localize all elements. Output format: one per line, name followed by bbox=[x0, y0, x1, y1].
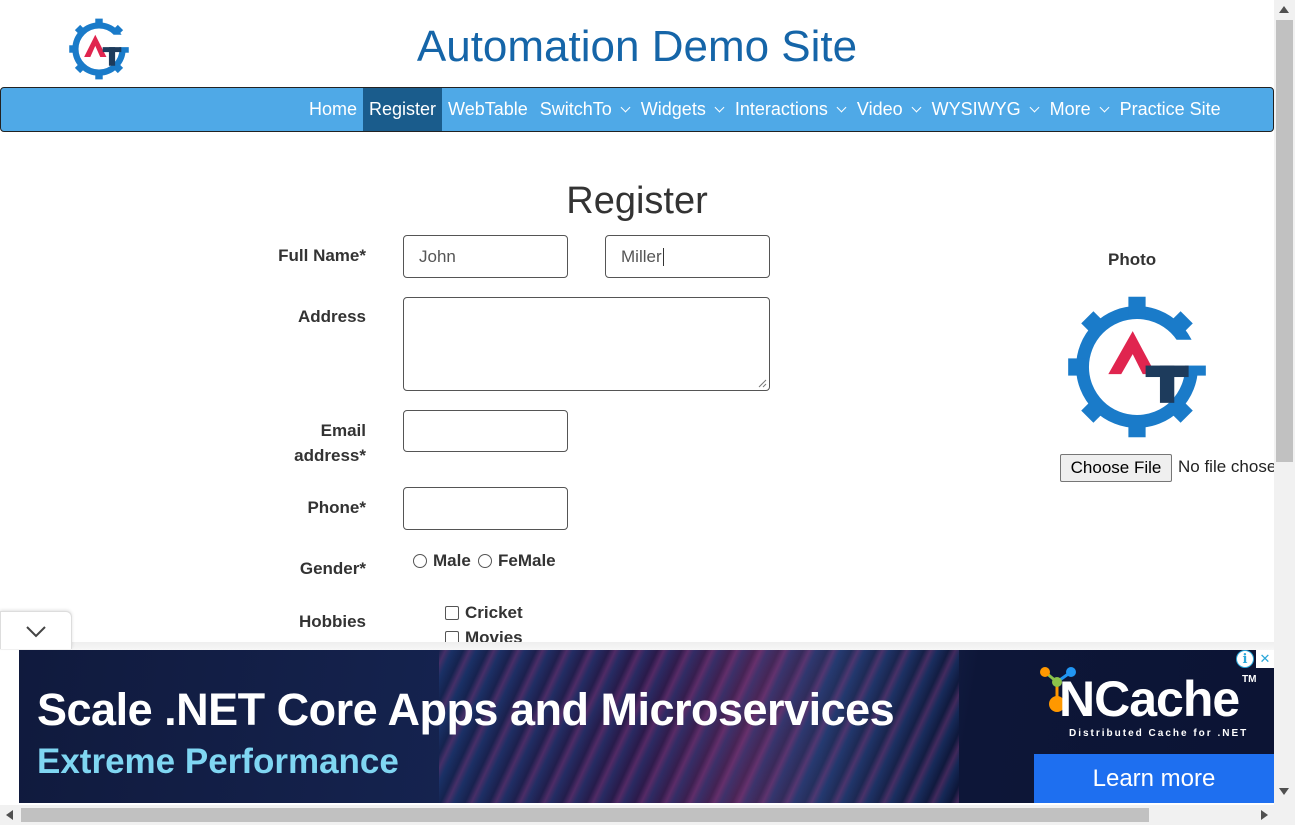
nav-item-interactions[interactable]: Interactions bbox=[729, 88, 851, 131]
chevron-down-icon bbox=[620, 102, 631, 112]
nav-item-label: Interactions bbox=[734, 99, 828, 119]
ad-tagline: Distributed Cache for .NET bbox=[1069, 728, 1249, 739]
hobby-option-cricket[interactable]: Cricket bbox=[445, 603, 523, 623]
nav-item-video[interactable]: Video bbox=[851, 88, 926, 131]
nav-item-label: WYSIWYG bbox=[931, 99, 1021, 119]
cricket-checkbox[interactable] bbox=[445, 606, 459, 620]
nav-item-webtable[interactable]: WebTable bbox=[442, 88, 534, 131]
cricket-label: Cricket bbox=[465, 603, 523, 622]
female-radio[interactable] bbox=[478, 554, 492, 568]
chevron-down-icon bbox=[836, 102, 847, 112]
nav-item-more[interactable]: More bbox=[1044, 88, 1114, 131]
email-input[interactable] bbox=[403, 410, 568, 452]
nav-menu: Home Register WebTable SwitchTo Widgets Inter… bbox=[303, 88, 1227, 131]
chevron-down-icon bbox=[26, 626, 46, 638]
page-title: Register bbox=[566, 180, 708, 222]
gender-option-male[interactable]: Male bbox=[413, 551, 471, 571]
main-navbar: Home Register WebTable SwitchTo Widgets Inter… bbox=[0, 87, 1274, 132]
chevron-down-icon bbox=[911, 102, 922, 112]
choose-file-button[interactable]: Choose File bbox=[1060, 454, 1172, 482]
address-label: Address bbox=[297, 307, 366, 326]
nav-item-label: WebTable bbox=[448, 99, 528, 119]
last-name-value: Miller bbox=[621, 246, 662, 266]
scroll-left-arrow-icon[interactable] bbox=[6, 810, 13, 820]
profile-photo-logo-icon bbox=[1068, 296, 1209, 438]
resize-handle-icon[interactable] bbox=[757, 378, 767, 388]
hobbies-label: Hobbies bbox=[298, 612, 366, 631]
ad-brand: NCache bbox=[1059, 671, 1240, 727]
ad-close-icon[interactable]: ✕ bbox=[1256, 650, 1274, 668]
nav-item-home[interactable]: Home bbox=[303, 88, 363, 131]
no-file-text: No file chosen bbox=[1178, 457, 1274, 476]
nav-item-label: Register bbox=[369, 99, 437, 119]
nav-item-widgets[interactable]: Widgets bbox=[635, 88, 729, 131]
chevron-down-icon bbox=[714, 102, 725, 112]
ad-subline: Extreme Performance bbox=[37, 742, 399, 781]
site-title: Automation Demo Site bbox=[416, 22, 858, 71]
text-cursor bbox=[662, 247, 664, 266]
first-name-input[interactable]: John bbox=[403, 235, 568, 278]
nav-item-register[interactable]: Register bbox=[363, 88, 443, 131]
scroll-right-arrow-icon[interactable] bbox=[1261, 810, 1268, 820]
nav-item-label: SwitchTo bbox=[539, 99, 612, 119]
last-name-input[interactable]: Miller bbox=[605, 235, 770, 278]
full-name-label: Full Name* bbox=[278, 246, 366, 265]
ad-banner[interactable]: Scale .NET Core Apps and Microservices E… bbox=[19, 650, 1274, 803]
ad-trademark: TM bbox=[1242, 674, 1257, 685]
male-radio[interactable] bbox=[413, 554, 427, 568]
address-textarea[interactable] bbox=[403, 297, 770, 391]
gender-label: Gender* bbox=[299, 559, 366, 578]
photo-label: Photo bbox=[1108, 250, 1157, 269]
vertical-scroll-thumb[interactable] bbox=[1276, 20, 1293, 462]
nav-item-label: Video bbox=[856, 99, 903, 119]
ad-collapse-button[interactable] bbox=[0, 611, 72, 649]
female-label: FeMale bbox=[498, 551, 556, 570]
phone-input[interactable] bbox=[403, 487, 568, 530]
nav-item-switchto[interactable]: SwitchTo bbox=[534, 88, 635, 131]
vertical-scrollbar[interactable] bbox=[1274, 0, 1295, 805]
ad-headline: Scale .NET Core Apps and Microservices bbox=[37, 684, 895, 735]
ad-choices: i ✕ bbox=[1236, 650, 1274, 668]
nav-item-wysiwyg[interactable]: WYSIWYG bbox=[926, 88, 1044, 131]
ad-divider bbox=[0, 642, 1274, 650]
email-label: Email address* bbox=[294, 421, 366, 465]
male-label: Male bbox=[433, 551, 471, 570]
scroll-down-arrow-icon[interactable] bbox=[1279, 788, 1289, 795]
scroll-up-arrow-icon[interactable] bbox=[1279, 6, 1289, 13]
horizontal-scrollbar[interactable] bbox=[0, 805, 1295, 825]
gender-option-female[interactable]: FeMale bbox=[478, 551, 556, 571]
chevron-down-icon bbox=[1029, 102, 1040, 112]
learn-more-button[interactable]: Learn more bbox=[1034, 754, 1274, 803]
nav-item-label: Practice Site bbox=[1119, 99, 1221, 119]
first-name-value: John bbox=[419, 246, 456, 266]
horizontal-scroll-thumb[interactable] bbox=[21, 808, 1149, 822]
nav-item-practice-site[interactable]: Practice Site bbox=[1114, 88, 1227, 131]
phone-label: Phone* bbox=[307, 498, 366, 517]
chevron-down-icon bbox=[1099, 102, 1110, 112]
ad-info-icon[interactable]: i bbox=[1236, 650, 1254, 668]
nav-item-label: Widgets bbox=[640, 99, 706, 119]
nav-item-label: Home bbox=[309, 99, 358, 119]
nav-item-label: More bbox=[1049, 99, 1091, 119]
